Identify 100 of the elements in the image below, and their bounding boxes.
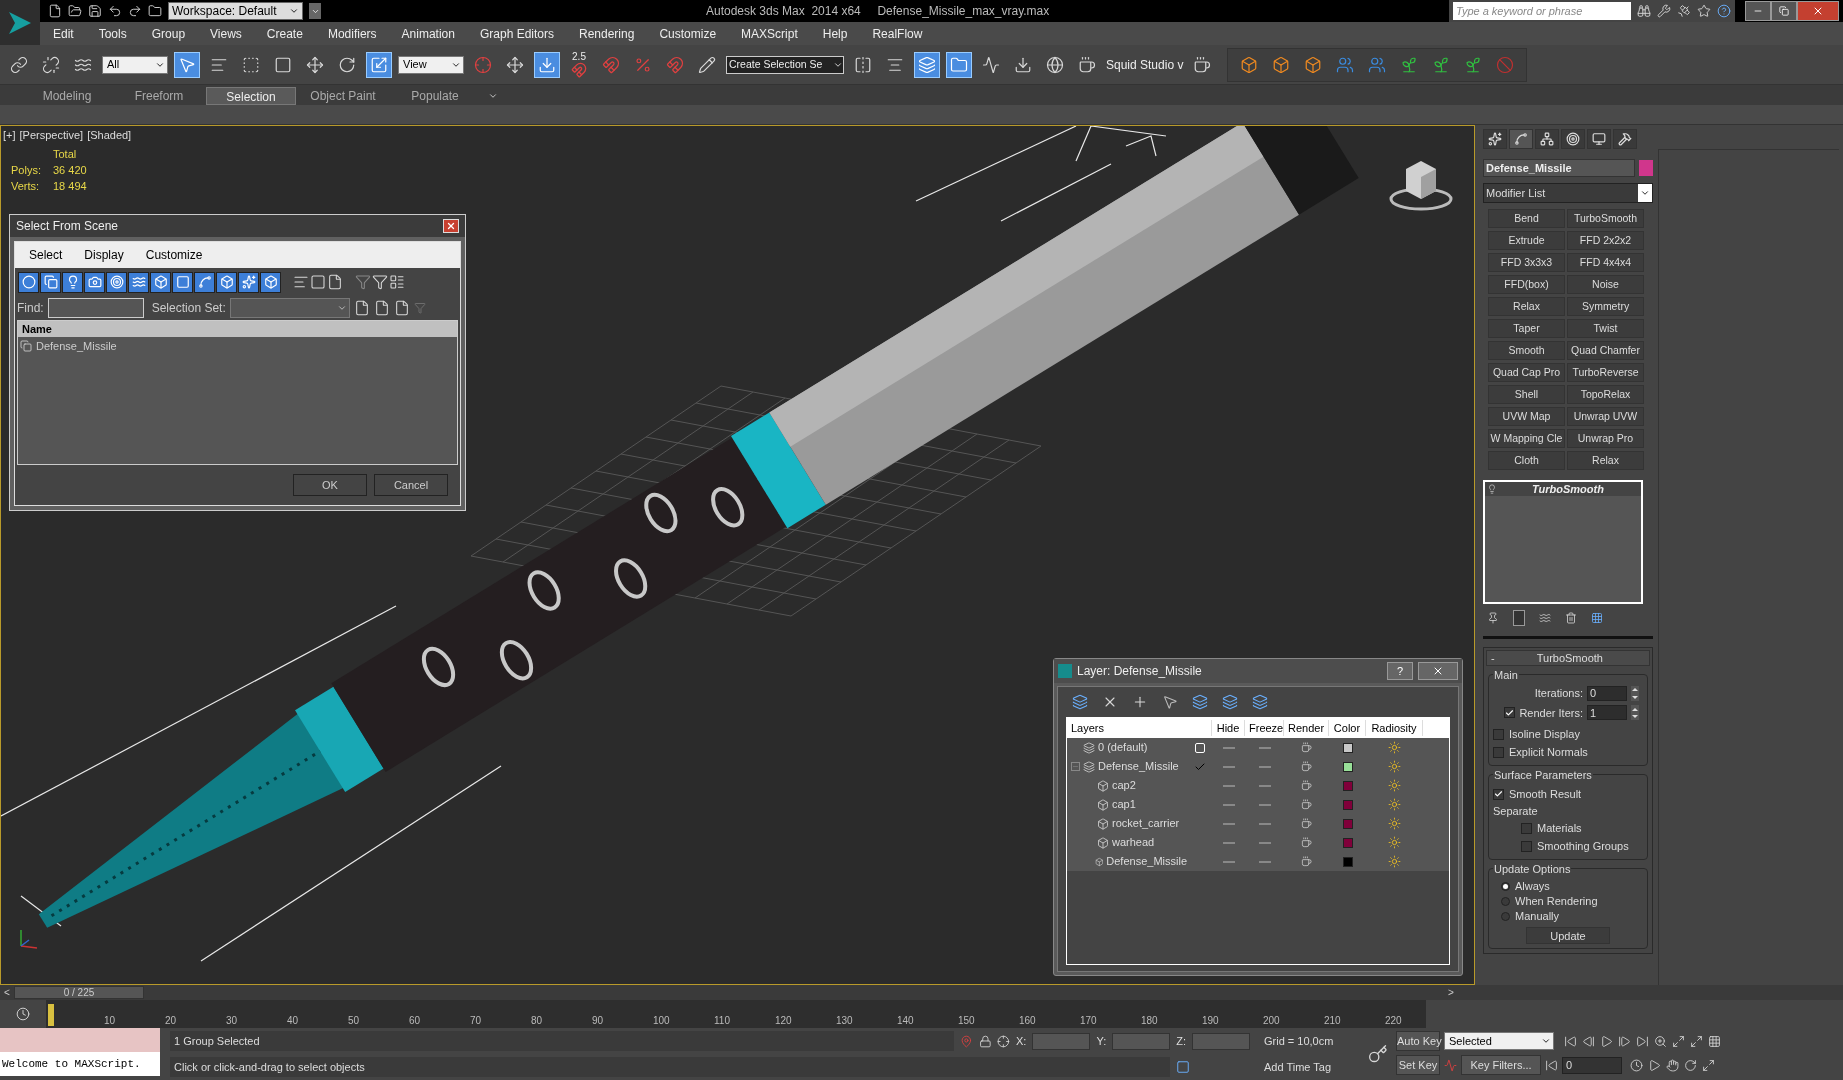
dialog-button[interactable]: Cancel xyxy=(374,474,448,496)
minimize-button[interactable] xyxy=(1745,1,1771,21)
freeze-toggle-icon[interactable] xyxy=(1258,822,1271,825)
hide-toggle-icon[interactable] xyxy=(1222,841,1235,844)
go-to-end-icon[interactable] xyxy=(1636,1034,1649,1048)
spinner-arrows-icon[interactable] xyxy=(1631,705,1639,721)
box-icon[interactable] xyxy=(260,271,281,293)
teapot-icon[interactable] xyxy=(1301,837,1312,848)
dialog-button[interactable]: OK xyxy=(293,474,367,496)
menu-item[interactable]: Graph Editors xyxy=(479,24,554,43)
modifier-button[interactable]: Noise xyxy=(1567,275,1644,294)
menu-item[interactable]: Help xyxy=(822,24,848,43)
freeze-toggle-icon[interactable] xyxy=(1258,765,1271,768)
app-logo-button[interactable] xyxy=(0,0,40,45)
camera-icon[interactable] xyxy=(84,271,105,293)
radio-button[interactable] xyxy=(1501,897,1510,906)
select-icon[interactable] xyxy=(1162,694,1178,710)
coordinate-field[interactable] xyxy=(1192,1032,1250,1050)
layer-freeze-icon[interactable] xyxy=(1252,694,1268,710)
ribbon-tab[interactable]: Freeform xyxy=(114,87,204,105)
sun-icon[interactable] xyxy=(1388,779,1401,792)
previous-frame-icon[interactable] xyxy=(1582,1034,1595,1048)
checkbox[interactable] xyxy=(1493,728,1504,740)
list-item[interactable]: Defense_Missile xyxy=(36,337,117,355)
sun-icon[interactable] xyxy=(1388,855,1401,868)
object-color-swatch[interactable] xyxy=(1639,160,1653,176)
close-icon[interactable] xyxy=(1432,665,1444,677)
checkbox[interactable] xyxy=(1493,788,1504,800)
object-icon[interactable] xyxy=(1097,817,1109,830)
lightbulb-icon[interactable] xyxy=(1487,484,1497,494)
key-icon[interactable] xyxy=(1368,1044,1388,1064)
utilities-icon[interactable] xyxy=(1613,129,1637,149)
page-icon[interactable] xyxy=(310,274,326,290)
freeze-toggle-icon[interactable] xyxy=(1258,784,1271,787)
hide-toggle-icon[interactable] xyxy=(1222,746,1235,749)
modifier-button[interactable]: Extrude xyxy=(1488,231,1565,250)
checkbox[interactable] xyxy=(1521,822,1532,834)
update-button[interactable]: Update xyxy=(1526,927,1610,944)
modifier-button[interactable]: FFD(box) xyxy=(1488,275,1565,294)
menu-item[interactable]: Tools xyxy=(98,24,127,43)
checkbox[interactable] xyxy=(1493,746,1504,758)
teapot-icon[interactable] xyxy=(1301,780,1312,791)
object-icon[interactable] xyxy=(1097,798,1109,811)
teapot-icon[interactable] xyxy=(1301,856,1312,867)
scene-explorer-icon[interactable] xyxy=(946,51,972,78)
modifier-button[interactable]: FFD 3x3x3 xyxy=(1488,253,1565,272)
key-filters-button[interactable]: Key Filters... xyxy=(1461,1055,1541,1075)
object-icon[interactable] xyxy=(1097,779,1109,792)
scale-icon[interactable] xyxy=(366,51,392,78)
filter-icon[interactable] xyxy=(355,274,371,290)
menu-item[interactable]: Modifiers xyxy=(327,24,377,43)
reference-coordinate-dropdown[interactable]: View xyxy=(398,55,464,74)
document-icon[interactable] xyxy=(373,300,390,316)
workspace-dropdown[interactable]: Workspace: Default xyxy=(168,2,303,20)
column-header[interactable]: Freeze xyxy=(1245,719,1284,737)
freeze-toggle-icon[interactable] xyxy=(1258,803,1271,806)
menu-item[interactable]: Views xyxy=(210,24,242,43)
ribbon-tab[interactable]: Object Paint xyxy=(298,87,388,105)
column-header[interactable]: Render xyxy=(1284,719,1329,737)
hide-toggle-icon[interactable] xyxy=(1222,784,1235,787)
column-header[interactable]: Name xyxy=(18,321,457,337)
pin-icon[interactable] xyxy=(1487,612,1499,624)
display-icon[interactable] xyxy=(1587,129,1611,149)
modifier-button[interactable]: Twist xyxy=(1567,319,1644,338)
shapes-icon[interactable] xyxy=(40,271,61,293)
new-layer-icon[interactable] xyxy=(1072,694,1088,710)
radio-button[interactable] xyxy=(1501,912,1510,921)
project-folder-icon[interactable] xyxy=(148,4,162,18)
play-icon[interactable] xyxy=(1600,1034,1613,1048)
modifier-button[interactable]: Bend xyxy=(1488,209,1565,228)
hide-toggle-icon[interactable] xyxy=(1222,765,1235,768)
zoom-extents-icon[interactable] xyxy=(1672,1034,1685,1048)
checkbox[interactable] xyxy=(1504,707,1516,719)
maxscript-input[interactable] xyxy=(0,1028,160,1052)
columns-icon[interactable] xyxy=(389,274,405,290)
modifier-button[interactable]: Quad Cap Pro xyxy=(1488,363,1565,382)
modifier-button[interactable]: Unwrap UVW xyxy=(1567,407,1644,426)
menu-item[interactable]: Edit xyxy=(53,24,74,43)
restore-icon[interactable] xyxy=(1779,6,1789,16)
modifier-button[interactable]: Cloth xyxy=(1488,451,1565,470)
color-swatch[interactable] xyxy=(1342,856,1353,867)
viewport-label[interactable]: [+] xyxy=(3,127,16,144)
color-swatch[interactable] xyxy=(1342,818,1353,829)
wrench-icon[interactable] xyxy=(1657,4,1671,18)
checkbox[interactable] xyxy=(1521,840,1532,852)
color-swatch[interactable] xyxy=(1342,780,1353,791)
modifier-button[interactable]: W Mapping Cle xyxy=(1488,429,1565,448)
light-icon[interactable] xyxy=(62,271,83,293)
zoom-extents-all-icon[interactable] xyxy=(1690,1034,1703,1048)
modifier-button[interactable]: Relax xyxy=(1488,297,1565,316)
search-field[interactable]: Type a keyword or phrase xyxy=(1453,2,1631,20)
layer-checkbox[interactable] xyxy=(1194,742,1205,753)
lock-icon[interactable] xyxy=(978,1034,992,1048)
ribbon-options-icon[interactable] xyxy=(488,91,498,101)
zoom-all-icon[interactable] xyxy=(1708,1034,1721,1048)
object-icon[interactable] xyxy=(1094,855,1104,868)
add-time-tag[interactable]: Add Time Tag xyxy=(1260,1054,1360,1080)
modifier-button[interactable]: TurboSmooth xyxy=(1567,209,1644,228)
render-iters-field[interactable]: 1 xyxy=(1587,705,1627,721)
column-header[interactable]: Hide xyxy=(1212,719,1245,737)
